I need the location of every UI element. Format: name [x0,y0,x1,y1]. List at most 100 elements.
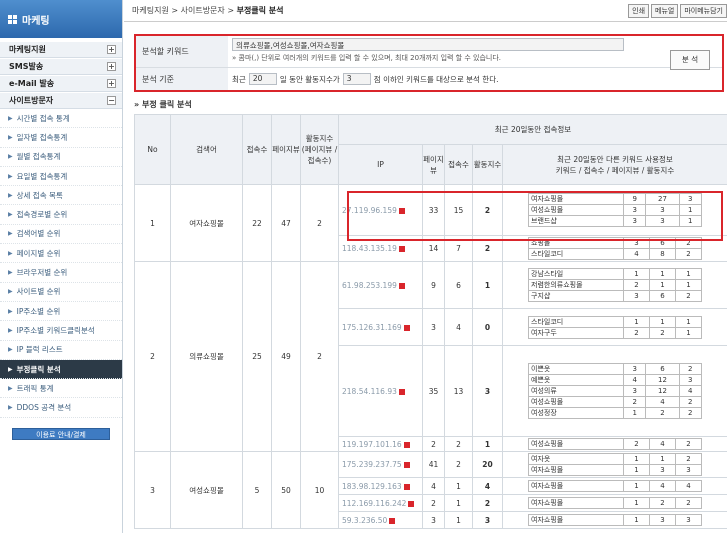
criteria-text: 점 이하인 키워드를 대상으로 분석 한다. [373,74,499,84]
block-icon[interactable] [403,441,410,448]
list-item: 여성의류 3 12 4 [528,385,703,397]
sidebar-item-label: 부정클릭 분석 [16,364,61,374]
other-keywords-table: 여성쇼핑몰 2 4 2 [528,438,702,450]
block-icon[interactable] [403,324,410,331]
block-icon[interactable] [398,207,405,214]
list-item: 여자구두 2 2 1 [528,326,702,339]
arrow-icon: ▶ [8,365,13,373]
sidebar-item[interactable]: ▶ 시간별 접속 통계 [0,109,122,129]
header-visits: 접속수 [242,114,272,185]
manual-button[interactable]: 메뉴얼 [651,3,679,18]
cell-ip[interactable]: 119.197.101.16 [338,436,423,452]
analyze-button[interactable]: 분 석 [670,50,710,70]
sidebar-item[interactable]: ▶ 트래픽 통계 [0,379,122,399]
sidebar-item-label: 요일별 접속통계 [16,171,68,181]
minus-icon[interactable]: − [107,96,116,105]
block-icon[interactable] [389,517,396,524]
keyword-input[interactable]: 의류쇼핑몰,여성쇼핑몰,여자쇼핑몰 [232,38,624,51]
cell-pageviews: 49 [271,261,301,452]
header-other: 최근 20일동안 다른 키워드 사용정보 키워드 / 접속수 / 페이지뷰 / 활… [502,144,727,185]
other-keywords-table: 스타일코디 1 1 1 여자구두 2 2 1 [528,315,702,339]
threshold-input[interactable]: 3 [342,73,371,85]
main-content: 마케팅지원 > 사이트방문자 > 부정클릭 분석 인쇄 메뉴얼 마이메뉴담기 분… [124,0,727,533]
sidebar-item[interactable]: ▶ 검색어별 순위 [0,225,122,245]
header-pageviews: 페이지뷰 [271,114,301,185]
list-item: 여자쇼핑몰 1 4 4 [528,480,702,492]
cell-ip[interactable]: 118.43.135.19 [338,235,423,262]
block-icon[interactable] [403,462,410,468]
cell-pv: 4 [422,477,445,495]
criteria-text: 일 동안 활동지수가 [279,74,340,84]
breadcrumb-item[interactable]: 사이트방문자 [181,6,225,15]
list-item: 여성정장 1 2 2 [528,407,703,419]
arrow-icon: ▶ [8,288,13,296]
plus-icon[interactable]: + [107,45,116,54]
cell-visits: 25 [242,261,272,452]
cell-vc: 2 [444,451,473,478]
cell-ip[interactable]: 27.119.96.159 [338,184,423,236]
other-keywords-table: 여자쇼핑몰 1 3 3 [528,514,702,526]
plus-icon[interactable]: + [107,79,116,88]
block-icon[interactable] [398,388,405,395]
list-item: 스타일코디 4 8 2 [528,248,702,260]
search-form: 분석할 키워드 의류쇼핑몰,여성쇼핑몰,여자쇼핑몰 » 콤마(,) 단위로 여러… [134,34,724,92]
cell-ip[interactable]: 183.98.129.163 [338,477,423,495]
days-input[interactable]: 20 [248,73,277,85]
cell-pv: 35 [422,345,445,437]
cell-vc: 1 [444,494,473,512]
section-label: e-Mail 발송 [9,79,55,88]
sidebar-section-sms[interactable]: SMS발송 + [0,58,122,75]
block-icon[interactable] [403,483,410,490]
cell-ip[interactable]: 59.3.236.50 [338,511,423,529]
sidebar-item[interactable]: ▶ 월별 접속통계 [0,148,122,167]
cell-pv: 2 [422,494,445,512]
sidebar-item[interactable]: ▶ IP주소별 키워드클릭분석 [0,321,122,341]
pricing-button[interactable]: 이용료 안내/결제 [12,427,110,440]
sidebar-item[interactable]: ▶ 페이지별 순위 [0,244,122,264]
sidebar-item[interactable]: ▶ 브라우저별 순위 [0,263,122,283]
sidebar-item-label: 접속경로별 순위 [16,210,68,220]
print-button[interactable]: 인쇄 [628,3,650,18]
cell-ip[interactable]: 175.239.237.75 [338,451,423,478]
sidebar-item[interactable]: ▶ 일자별 접속통계 [0,128,122,148]
block-icon[interactable] [398,246,405,252]
sidebar-item-label: 페이지별 순위 [16,248,61,258]
sidebar-item-label: 검색어별 순위 [16,229,61,239]
cell-ip[interactable]: 218.54.116.93 [338,345,423,437]
sidebar-section-marketing[interactable]: 마케팅지원 + [0,41,122,58]
sidebar-item[interactable]: ▶ 사이트별 순위 [0,283,122,302]
sidebar-item[interactable]: ▶ DDOS 공격 분석 [0,398,122,418]
sidebar-item[interactable]: ▶ 요일별 접속통계 [0,167,122,187]
sidebar-item[interactable]: ▶ IP주소별 순위 [0,302,122,322]
sidebar-title: 마케팅 [22,15,50,27]
cell-act: 3 [472,511,503,529]
plus-icon[interactable]: + [107,62,116,71]
cell-vc: 4 [444,308,473,346]
cell-act: 2 [472,184,503,236]
cell-pv: 33 [422,184,445,236]
sidebar-section-visitors[interactable]: 사이트방문자 − [0,92,122,109]
arrow-icon: ▶ [8,326,13,334]
sidebar-section-email[interactable]: e-Mail 발송 + [0,75,122,92]
header-activity: 활동지수 (페이지뷰 / 접속수) [300,114,339,185]
breadcrumb-item[interactable]: 마케팅지원 [132,6,169,15]
sidebar-item[interactable]: ▶ 접속경로별 순위 [0,205,122,225]
sidebar-item[interactable]: ▶ 부정클릭 분석 [0,359,122,380]
sidebar-item[interactable]: ▶ 상세 접속 목록 [0,186,122,206]
cell-other-keywords: 여자옷 1 1 2 여자쇼핑몰 1 3 3 [502,451,727,478]
cell-keyword: 여성쇼핑몰 [170,451,243,529]
cell-ip[interactable]: 175.126.31.169 [338,308,423,346]
table-row: 2 의류쇼핑몰 25 49 2 61.98.253.199 9 6 1 강남스타일 1 1 1 저렴한의류… [134,261,727,452]
list-item: 예쁜옷 4 12 3 [528,374,703,386]
arrow-icon: ▶ [8,307,13,315]
sidebar-item[interactable]: ▶ IP 블럭 리스트 [0,341,122,360]
criteria-text: 최근 [232,74,246,84]
cell-ip[interactable]: 61.98.253.199 [338,261,423,309]
block-icon[interactable] [398,282,405,289]
cell-no: 3 [134,451,171,529]
block-icon[interactable] [408,500,415,507]
add-my-menu-button[interactable]: 마이메뉴담기 [680,3,727,18]
cell-vc: 2 [444,436,473,452]
cell-ip[interactable]: 112.169.116.242 [338,494,423,512]
list-item: 이쁜옷 3 6 2 [528,363,703,375]
